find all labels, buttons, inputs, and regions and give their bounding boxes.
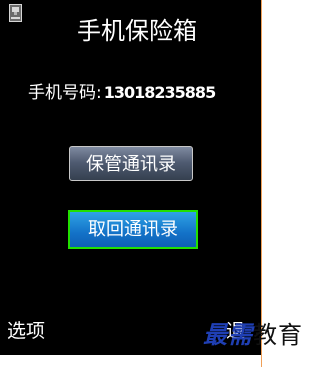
options-softkey[interactable]: 选项 — [7, 318, 45, 344]
phone-screen: 手机保险箱 手机号码: 13018235885 保管通讯录 取回通讯录 选项 退 — [0, 0, 261, 355]
watermark-dark-text: 教育 — [253, 321, 303, 349]
phone-number-label: 手机号码: — [28, 83, 102, 103]
retrieve-contacts-button[interactable]: 取回通讯录 — [68, 210, 198, 249]
page-title: 手机保险箱 — [77, 17, 197, 45]
watermark-text: 最需教育 — [203, 318, 303, 352]
phone-status-icon — [9, 4, 22, 22]
archive-contacts-button[interactable]: 保管通讯录 — [69, 146, 193, 181]
phone-number-row: 手机号码: 13018235885 — [28, 79, 253, 107]
watermark-blue-text: 最需 — [203, 320, 253, 349]
phone-number-value: 13018235885 — [103, 83, 216, 102]
right-edge-line — [261, 0, 262, 367]
site-watermark: 最需教育 — [203, 318, 327, 352]
